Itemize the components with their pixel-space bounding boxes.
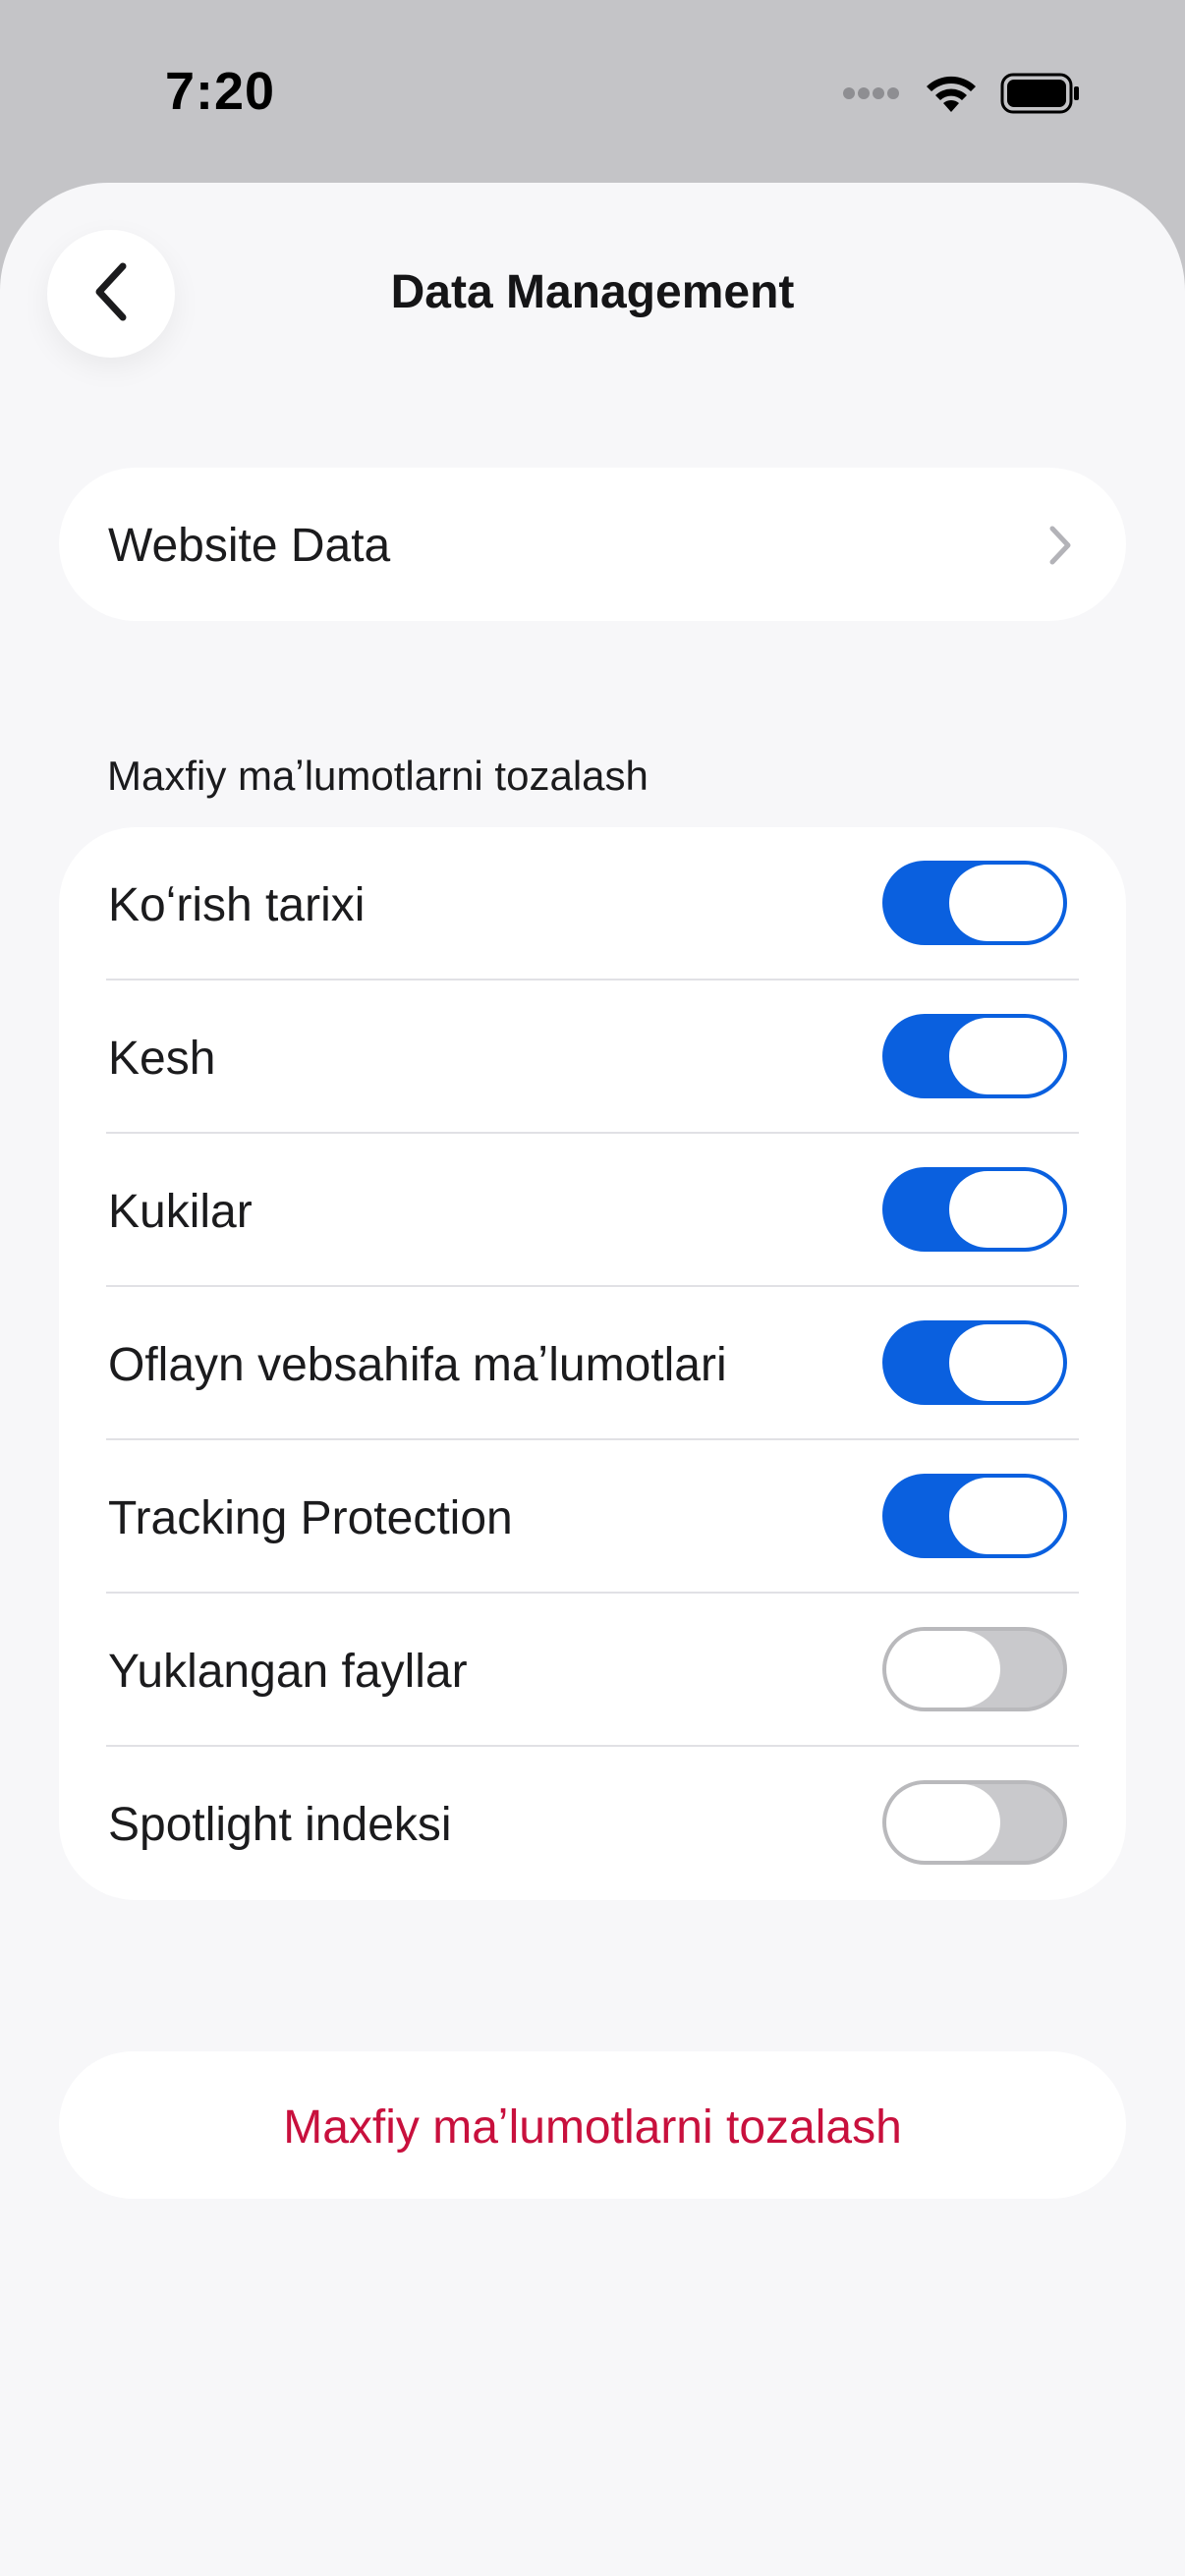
- tracking-protection-switch[interactable]: [882, 1474, 1067, 1558]
- switch-knob: [949, 1324, 1063, 1401]
- toggle-row-browsing-history: Koʻrish tarixi: [59, 827, 1126, 980]
- toggle-row-cookies: Kukilar: [59, 1134, 1126, 1287]
- data-management-sheet: Data Management Website Data Maxfiy maʼl…: [0, 183, 1185, 2576]
- toggle-label: Yuklangan fayllar: [108, 1646, 468, 1698]
- switch-knob: [886, 1784, 1000, 1861]
- downloaded-files-switch[interactable]: [882, 1627, 1067, 1711]
- wifi-icon: [924, 73, 979, 119]
- section-header-clear-private-data: Maxfiy maʼlumotlarni tozalash: [107, 753, 649, 799]
- cache-switch[interactable]: [882, 1014, 1067, 1098]
- clear-data-toggles-card: Koʻrish tarixi Kesh Kukilar Oflayn vebsa…: [59, 827, 1126, 1900]
- switch-knob: [949, 1171, 1063, 1248]
- cookies-switch[interactable]: [882, 1167, 1067, 1252]
- toggle-row-cache: Kesh: [59, 980, 1126, 1134]
- toggle-row-offline-website-data: Oflayn vebsahifa maʼlumotlari: [59, 1287, 1126, 1440]
- toggle-label: Oflayn vebsahifa maʼlumotlari: [108, 1339, 727, 1391]
- battery-icon: [1000, 73, 1081, 119]
- toggle-label: Kesh: [108, 1033, 216, 1085]
- chevron-right-icon: [1047, 525, 1073, 571]
- toggle-row-downloaded-files: Yuklangan fayllar: [59, 1594, 1126, 1747]
- clear-private-data-label: Maxfiy maʼlumotlarni tozalash: [283, 2101, 902, 2154]
- clear-private-data-button[interactable]: Maxfiy maʼlumotlarni tozalash: [59, 2051, 1126, 2199]
- signal-dots-icon: [841, 85, 902, 106]
- toggle-label: Kukilar: [108, 1186, 253, 1238]
- status-bar: 7:20: [0, 0, 1185, 187]
- toggle-label: Tracking Protection: [108, 1492, 513, 1544]
- switch-knob: [949, 1478, 1063, 1554]
- toggle-row-spotlight-index: Spotlight indeksi: [59, 1747, 1126, 1900]
- toggle-label: Koʻrish tarixi: [108, 879, 366, 931]
- status-time: 7:20: [165, 62, 276, 121]
- status-icons: [841, 73, 1081, 119]
- spotlight-index-switch[interactable]: [882, 1780, 1067, 1865]
- page-title: Data Management: [390, 266, 795, 318]
- browsing-history-switch[interactable]: [882, 861, 1067, 945]
- offline-website-data-switch[interactable]: [882, 1320, 1067, 1405]
- website-data-label: Website Data: [108, 520, 391, 572]
- switch-knob: [886, 1631, 1000, 1708]
- toggle-row-tracking-protection: Tracking Protection: [59, 1440, 1126, 1594]
- website-data-row[interactable]: Website Data: [59, 468, 1126, 621]
- toggle-label: Spotlight indeksi: [108, 1799, 452, 1851]
- switch-knob: [949, 1018, 1063, 1094]
- switch-knob: [949, 865, 1063, 941]
